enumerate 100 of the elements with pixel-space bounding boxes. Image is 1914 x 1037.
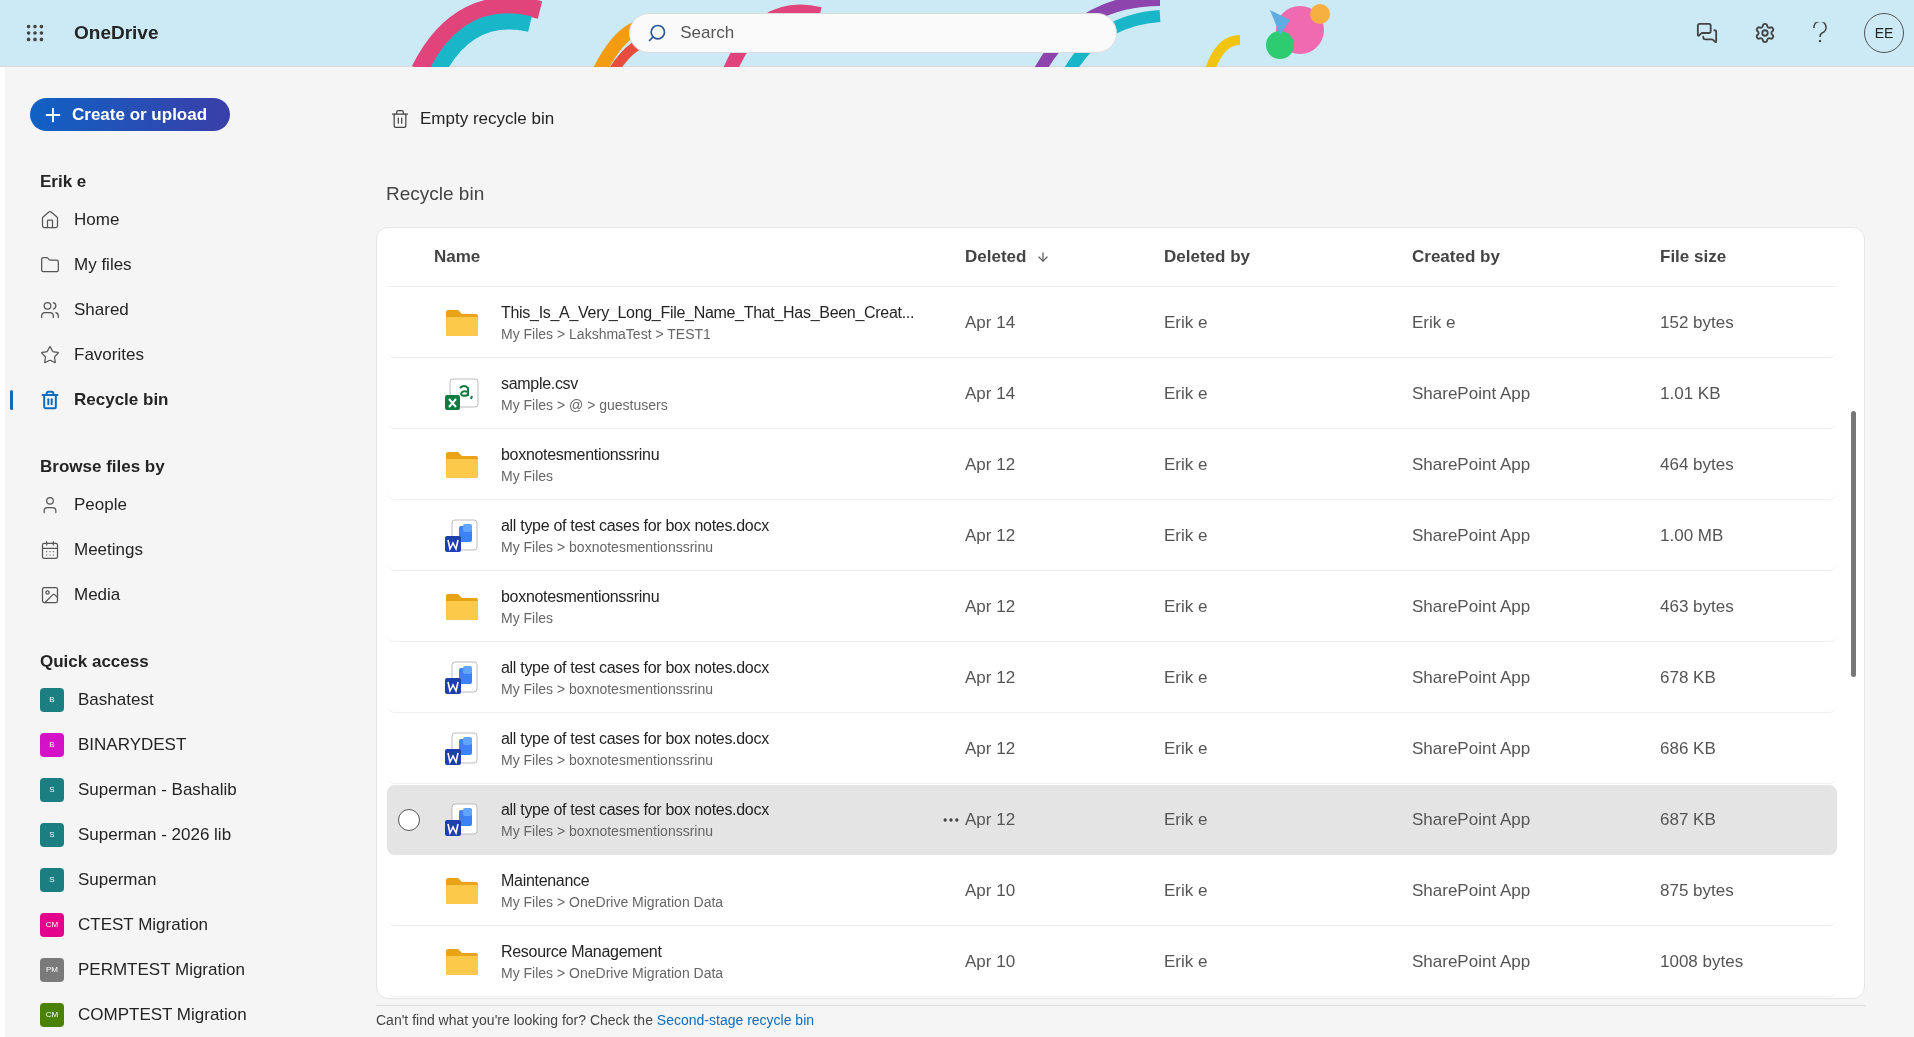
- calendar-icon: [40, 539, 60, 560]
- deleted-by: Erik e: [1164, 950, 1209, 973]
- quick-access-item[interactable]: CM COMPTEST Migration: [30, 992, 370, 1037]
- column-header[interactable]: Deleted: [965, 244, 1164, 270]
- deleted-by: Erik e: [1164, 595, 1209, 618]
- file-size: 1.01 KB: [1660, 382, 1722, 405]
- library-badge: CM: [40, 1002, 64, 1027]
- file-name[interactable]: boxnotesmentionssrinu: [501, 443, 660, 466]
- library-badge: S: [40, 867, 64, 892]
- deleted-by: Erik e: [1164, 737, 1209, 760]
- quick-access-item[interactable]: PM PERMTEST Migration: [30, 947, 370, 992]
- created-by: SharePoint App: [1412, 524, 1532, 547]
- nav-item[interactable]: Meetings: [30, 527, 370, 572]
- file-row[interactable]: all type of test cases for box notes.docx My Files > boxnotesmentionssrinu Apr 12 Erik e SharePoint App 687 KB: [387, 785, 1837, 855]
- file-size: 686 KB: [1660, 737, 1717, 760]
- section-heading: Erik e: [40, 171, 88, 193]
- deleted-date: Apr 12: [965, 453, 1017, 476]
- file-name[interactable]: all type of test cases for box notes.docx: [501, 727, 769, 750]
- app-title: OneDrive: [74, 20, 159, 45]
- quick-access-item[interactable]: S Superman - 2026 lib: [30, 812, 370, 857]
- document-file-icon: [444, 517, 480, 554]
- file-size: 463 bytes: [1660, 595, 1735, 618]
- file-name[interactable]: sample.csv: [501, 372, 579, 395]
- page-title: Recycle bin: [386, 182, 486, 206]
- created-by: SharePoint App: [1412, 950, 1532, 973]
- settings-icon[interactable]: [1754, 22, 1776, 44]
- help-icon[interactable]: [1812, 22, 1828, 44]
- search-icon: [647, 23, 668, 43]
- created-by: SharePoint App: [1412, 737, 1532, 760]
- file-path: My Files > boxnotesmentionssrinu: [501, 750, 715, 770]
- created-by: SharePoint App: [1412, 595, 1532, 618]
- deleted-date: Apr 10: [965, 950, 1017, 973]
- quick-access-item[interactable]: S Superman: [30, 857, 370, 902]
- deleted-by: Erik e: [1164, 524, 1209, 547]
- nav-item[interactable]: Recycle bin: [30, 377, 370, 422]
- library-badge: B: [40, 687, 64, 712]
- quick-access-item[interactable]: B BINARYDEST: [30, 722, 370, 767]
- library-badge: S: [40, 777, 64, 802]
- folder-icon: [444, 307, 480, 338]
- created-by: SharePoint App: [1412, 879, 1532, 902]
- search-field[interactable]: Search: [629, 13, 1118, 53]
- deleted-date: Apr 12: [965, 666, 1017, 689]
- file-name[interactable]: all type of test cases for box notes.docx: [501, 514, 769, 537]
- nav-item[interactable]: Media: [30, 572, 370, 617]
- quick-access-item[interactable]: CM CTEST Migration: [30, 902, 370, 947]
- nav-item[interactable]: Favorites: [30, 332, 370, 377]
- second-stage-link[interactable]: Second-stage recycle bin: [656, 1012, 815, 1028]
- file-name[interactable]: all type of test cases for box notes.docx: [501, 656, 769, 679]
- deleted-date: Apr 12: [965, 737, 1017, 760]
- file-path: My Files: [501, 608, 555, 628]
- library-badge: PM: [40, 957, 64, 982]
- file-size: 687 KB: [1660, 809, 1717, 832]
- file-name[interactable]: Resource Management: [501, 940, 662, 963]
- app-launcher-icon[interactable]: [24, 22, 46, 44]
- deleted-date: Apr 12: [965, 524, 1017, 547]
- folder-icon: [40, 254, 60, 275]
- file-path: My Files > boxnotesmentionssrinu: [501, 537, 715, 557]
- column-header[interactable]: Created by: [1412, 244, 1660, 270]
- nav-item[interactable]: People: [30, 482, 370, 527]
- quick-access-item[interactable]: B Bashatest: [30, 677, 370, 722]
- select-radio[interactable]: [398, 809, 420, 831]
- file-name[interactable]: boxnotesmentionssrinu: [501, 585, 660, 608]
- file-name[interactable]: Maintenance: [501, 869, 590, 892]
- nav-item[interactable]: Home: [30, 197, 370, 242]
- spreadsheet-file-icon: [444, 375, 480, 412]
- file-size: 678 KB: [1660, 666, 1717, 689]
- column-header[interactable]: Name: [431, 244, 965, 270]
- section-heading: Quick access: [40, 651, 150, 673]
- file-path: My Files: [501, 466, 555, 486]
- nav-item[interactable]: Shared: [30, 287, 370, 332]
- people-icon: [40, 299, 60, 320]
- deleted-by: Erik e: [1164, 809, 1209, 832]
- star-icon: [40, 344, 60, 365]
- column-header[interactable]: File size: [1660, 244, 1837, 270]
- file-name[interactable]: all type of test cases for box notes.docx: [501, 799, 769, 821]
- file-name[interactable]: This_Is_A_Very_Long_File_Name_That_Has_Been_Creat...: [501, 301, 915, 324]
- created-by: SharePoint App: [1412, 453, 1532, 476]
- library-badge: CM: [40, 912, 64, 937]
- file-path: My Files > boxnotesmentionssrinu: [501, 822, 715, 841]
- footer-text: Can't find what you're looking for? Check the Second-stage recycle bin: [376, 1005, 1865, 1031]
- file-path: My Files > OneDrive Migration Data: [501, 892, 725, 912]
- section-heading: Browse files by: [40, 456, 166, 478]
- folder-icon: [444, 591, 480, 622]
- deleted-by: Erik e: [1164, 879, 1209, 902]
- created-by: SharePoint App: [1412, 809, 1532, 832]
- folder-icon: [444, 946, 480, 977]
- quick-access-item[interactable]: S Superman - Bashalib: [30, 767, 370, 812]
- trash-icon: [40, 389, 60, 410]
- create-upload-button[interactable]: Create or upload: [30, 98, 230, 131]
- trash-icon: [390, 109, 410, 129]
- file-size: 1.00 MB: [1660, 524, 1725, 547]
- deleted-date: Apr 12: [965, 595, 1017, 618]
- empty-recycle-bin-button[interactable]: Empty recycle bin: [386, 102, 559, 136]
- file-path: My Files > LakshmaTest > TEST1: [501, 324, 712, 344]
- column-header[interactable]: Deleted by: [1164, 244, 1412, 270]
- file-path: My Files > @ > guestusers: [501, 395, 669, 415]
- deleted-by: Erik e: [1164, 382, 1209, 405]
- nav-item[interactable]: My files: [30, 242, 370, 287]
- chat-icon[interactable]: [1696, 22, 1718, 44]
- file-path: My Files > boxnotesmentionssrinu: [501, 679, 715, 699]
